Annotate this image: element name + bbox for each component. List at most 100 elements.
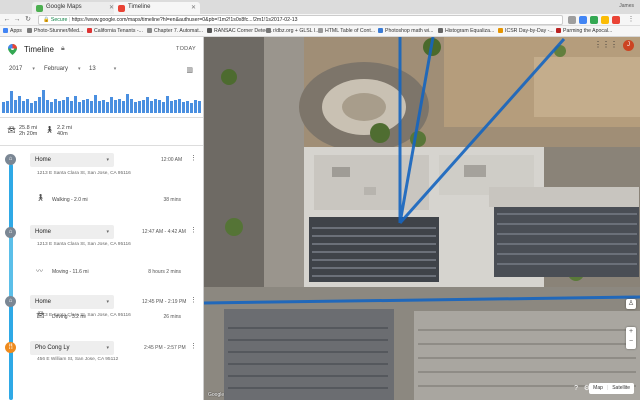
activity-label[interactable]: Driving - 3.2 mi (52, 314, 86, 320)
histogram-bar[interactable] (18, 96, 21, 113)
day-select[interactable]: 13 ▾ (89, 66, 116, 72)
histogram-bar[interactable] (190, 103, 193, 113)
bookmark-item[interactable]: California Tenants -... (87, 28, 143, 34)
satellite-view-button[interactable]: Satellite (608, 385, 634, 391)
zoom-in-icon[interactable]: + (626, 327, 636, 337)
bookmark-item[interactable]: r/dbz.org + GLSL I... (266, 28, 320, 34)
histogram-bar[interactable] (46, 99, 49, 113)
year-select[interactable]: 2017 ▾ (9, 66, 35, 72)
histogram-bar[interactable] (6, 101, 9, 113)
star-bookmark-icon[interactable] (568, 16, 576, 24)
histogram-bar[interactable] (58, 101, 61, 113)
apps-bookmark[interactable]: Apps (3, 28, 22, 34)
more-options-icon[interactable]: ⋮ (190, 226, 197, 234)
histogram-bar[interactable] (174, 99, 177, 113)
histogram-bar[interactable] (66, 97, 69, 113)
place-selector[interactable]: Home ▾ (30, 225, 114, 239)
profile-name[interactable]: James (619, 3, 634, 9)
histogram-bar[interactable] (42, 90, 45, 113)
bookmark-item[interactable]: RANSAC Corner Detec... (207, 28, 272, 34)
histogram-bar[interactable] (14, 99, 17, 113)
extension-icon[interactable] (590, 16, 598, 24)
histogram-bar[interactable] (2, 102, 5, 113)
bookmark-item[interactable]: Photoshop math wi... (378, 28, 433, 34)
histogram-bar[interactable] (106, 102, 109, 113)
histogram-bar[interactable] (30, 103, 33, 113)
google-apps-icon[interactable]: ⋮⋮⋮ (594, 41, 618, 49)
place-selector[interactable]: Home ▾ (30, 295, 114, 309)
place-selector[interactable]: Pho Cong Ly ▾ (30, 341, 114, 355)
histogram-bar[interactable] (50, 102, 53, 113)
histogram-bar[interactable] (162, 102, 165, 113)
close-tab-icon[interactable]: ✕ (191, 4, 196, 11)
histogram-bar[interactable] (186, 101, 189, 113)
bookmark-item[interactable]: Histogram Equaliza... (438, 28, 494, 34)
histogram-bar[interactable] (142, 99, 145, 113)
bar-chart-icon[interactable]: ▥ (186, 66, 193, 74)
histogram-bar[interactable] (22, 101, 25, 113)
back-arrow-icon[interactable]: ← (3, 16, 11, 24)
histogram-bar[interactable] (182, 102, 185, 113)
month-select[interactable]: February ▾ (44, 66, 81, 72)
tab-timeline[interactable]: Timeline ✕ (114, 2, 200, 14)
histogram-bar[interactable] (158, 99, 161, 113)
bookmark-item[interactable]: HTML Table of Cont... (318, 28, 375, 34)
histogram-bar[interactable] (78, 102, 81, 113)
histogram-bar[interactable] (150, 101, 153, 113)
histogram-bar[interactable] (34, 101, 37, 113)
extension-icon[interactable] (601, 16, 609, 24)
more-options-icon[interactable]: ⋮ (190, 296, 197, 304)
activity-label[interactable]: Walking - 2.0 mi (52, 197, 88, 203)
help-icon[interactable]: ? (574, 385, 578, 392)
more-options-icon[interactable]: ⋮ (190, 154, 197, 162)
histogram-bar[interactable] (54, 98, 57, 113)
satellite-map[interactable]: ⋮⋮⋮ J ♙ + − ? ⚙ Map | Satellite Google (204, 37, 640, 400)
url-input[interactable]: 🔒 Secure | https://www.google.com/maps/t… (38, 15, 563, 25)
bookmark-item[interactable]: Chapter 7. Automat... (147, 28, 203, 34)
histogram-bar[interactable] (178, 98, 181, 113)
activity-label[interactable]: Moving - 11.6 mi (52, 269, 89, 275)
histogram-bar[interactable] (114, 99, 117, 113)
histogram-bar[interactable] (62, 99, 65, 113)
histogram-bar[interactable] (38, 97, 41, 113)
today-button[interactable]: TODAY (176, 46, 196, 52)
place-selector[interactable]: Home ▾ (30, 153, 114, 167)
reload-icon[interactable]: ↻ (24, 16, 32, 24)
extension-icon[interactable] (579, 16, 587, 24)
forward-arrow-icon[interactable]: → (13, 16, 21, 24)
histogram-bar[interactable] (110, 97, 113, 113)
histogram-bar[interactable] (130, 98, 133, 113)
tab-google-maps[interactable]: Google Maps ✕ (32, 2, 118, 14)
bookmark-item[interactable]: Photo-Stunner/Med... (27, 28, 83, 34)
avatar[interactable]: J (623, 40, 634, 51)
histogram-bar[interactable] (126, 93, 129, 113)
histogram-bar[interactable] (94, 95, 97, 113)
map-view-button[interactable]: Map (589, 385, 607, 391)
histogram-bar[interactable] (138, 101, 141, 113)
bookmark-item[interactable]: ICSR Day-by-Day -... (498, 28, 554, 34)
histogram-bar[interactable] (118, 98, 121, 113)
histogram-bar[interactable] (26, 98, 29, 113)
histogram-bar[interactable] (146, 97, 149, 113)
histogram-bar[interactable] (194, 99, 197, 113)
bookmark-item[interactable]: Parming the Apocal... (556, 28, 612, 34)
histogram-bar[interactable] (82, 99, 85, 113)
histogram-bar[interactable] (198, 101, 201, 113)
extension-icon[interactable] (612, 16, 620, 24)
histogram-bar[interactable] (102, 99, 105, 113)
histogram-bar[interactable] (70, 101, 73, 113)
histogram-bar[interactable] (170, 101, 173, 113)
histogram-bar[interactable] (134, 102, 137, 113)
histogram-bar[interactable] (90, 101, 93, 113)
histogram-bar[interactable] (86, 98, 89, 113)
histogram-bar[interactable] (122, 101, 125, 113)
pegman-icon[interactable]: ♙ (626, 299, 636, 309)
histogram-bar[interactable] (74, 96, 77, 113)
histogram-bar[interactable] (10, 91, 13, 113)
activity-histogram[interactable] (0, 89, 203, 113)
chrome-menu-icon[interactable]: ⋮ (627, 16, 635, 24)
histogram-bar[interactable] (154, 98, 157, 113)
histogram-bar[interactable] (166, 96, 169, 113)
more-options-icon[interactable]: ⋮ (190, 342, 197, 350)
histogram-bar[interactable] (98, 101, 101, 113)
